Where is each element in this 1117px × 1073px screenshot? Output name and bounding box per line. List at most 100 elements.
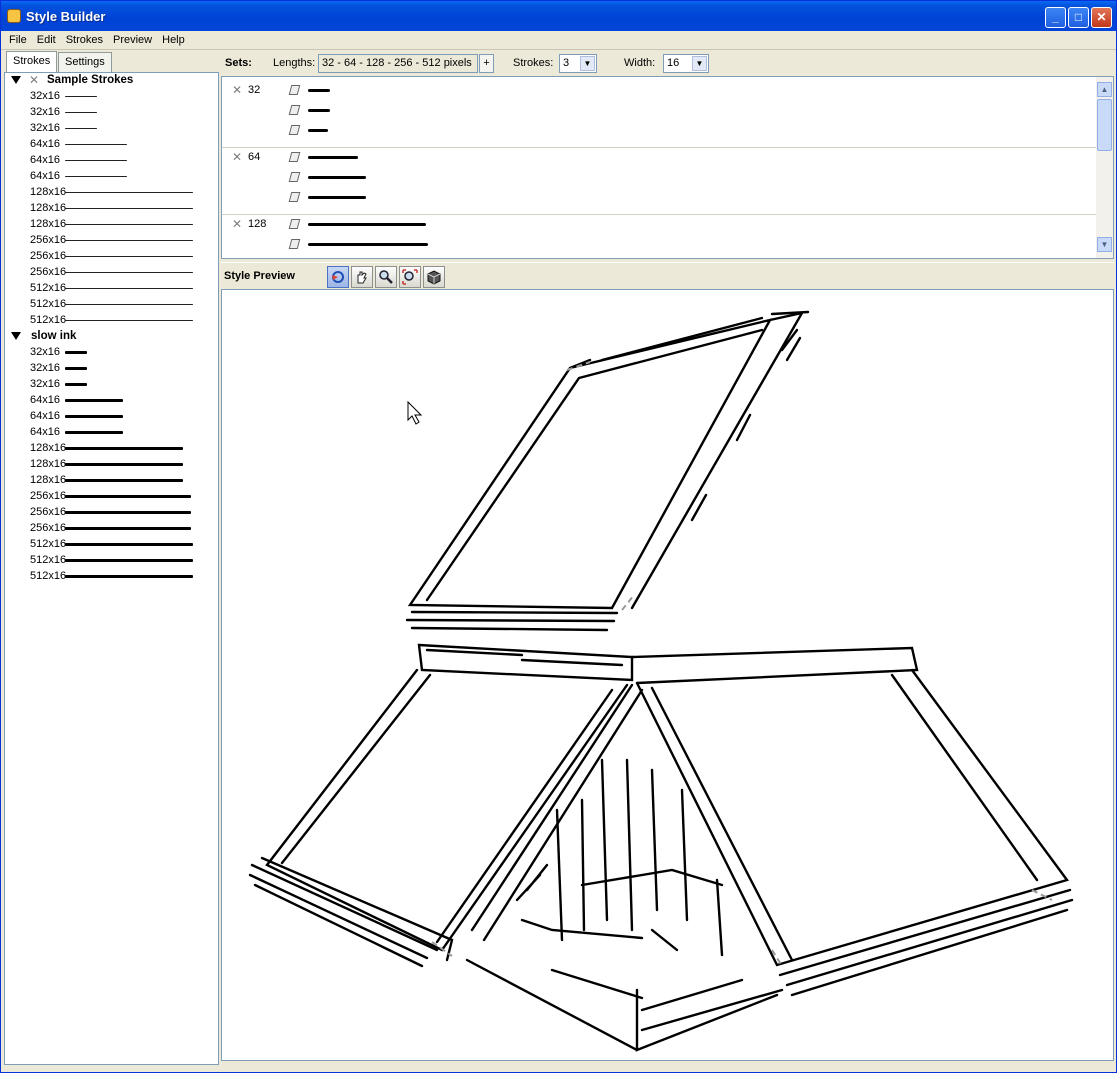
eraser-icon[interactable]: [288, 152, 301, 162]
expand-triangle-icon[interactable]: [11, 76, 21, 84]
stroke-size-label: 64x16: [30, 426, 60, 438]
stroke-set[interactable]: ✕ 32: [222, 81, 1097, 148]
sets-list[interactable]: ✕ 128 ✕ 64 ✕ 32 ▲ ▼: [221, 76, 1114, 259]
menu-edit[interactable]: Edit: [32, 31, 61, 46]
stroke-item[interactable]: 256x16: [5, 233, 218, 249]
menu-help[interactable]: Help: [157, 31, 190, 46]
stroke-item[interactable]: 32x16: [5, 361, 218, 377]
window-title: Style Builder: [26, 9, 106, 24]
stroke-item[interactable]: 32x16: [5, 105, 218, 121]
stroke-item[interactable]: 512x16: [5, 281, 218, 297]
stroke-item[interactable]: 128x16: [5, 185, 218, 201]
orbit-icon[interactable]: [327, 266, 349, 288]
remove-set-icon[interactable]: ✕: [232, 83, 242, 97]
set-stroke-preview: [308, 156, 358, 159]
close-icon[interactable]: ✕: [29, 73, 39, 87]
expand-triangle-icon[interactable]: [11, 332, 21, 340]
close-button[interactable]: ✕: [1091, 7, 1112, 28]
zoom-icon[interactable]: [375, 266, 397, 288]
stroke-preview: [65, 288, 193, 289]
stroke-set[interactable]: ✕ 64: [222, 148, 1097, 215]
scroll-up-icon[interactable]: ▲: [1097, 82, 1112, 97]
eraser-icon[interactable]: [288, 219, 301, 229]
stroke-item[interactable]: 128x16: [5, 457, 218, 473]
stroke-item[interactable]: 256x16: [5, 521, 218, 537]
stroke-size-label: 128x16: [30, 442, 67, 454]
maximize-button[interactable]: □: [1068, 7, 1089, 28]
stroke-item[interactable]: 128x16: [5, 473, 218, 489]
stroke-size-label: 512x16: [30, 298, 67, 310]
stroke-size-label: 512x16: [30, 538, 67, 550]
add-length-button[interactable]: +: [479, 54, 494, 73]
stroke-item[interactable]: 64x16: [5, 137, 218, 153]
menu-file[interactable]: File: [4, 31, 32, 46]
eraser-icon[interactable]: [288, 125, 301, 135]
remove-set-icon[interactable]: ✕: [232, 150, 242, 164]
eraser-icon[interactable]: [288, 105, 301, 115]
menu-strokes[interactable]: Strokes: [61, 31, 108, 46]
display-style-icon[interactable]: [423, 266, 445, 288]
stroke-size-label: 256x16: [30, 266, 67, 278]
stroke-size-label: 512x16: [30, 314, 67, 326]
stroke-item[interactable]: 512x16: [5, 313, 218, 329]
stroke-item[interactable]: 512x16: [5, 569, 218, 585]
stroke-set[interactable]: ✕ 128: [222, 215, 1097, 258]
chevron-down-icon[interactable]: ▼: [580, 56, 595, 71]
lengths-field[interactable]: 32 - 64 - 128 - 256 - 512 pixels: [318, 54, 478, 73]
stroke-item[interactable]: 128x16: [5, 441, 218, 457]
tab-strokes[interactable]: Strokes: [6, 51, 58, 72]
scroll-down-icon[interactable]: ▼: [1097, 237, 1112, 252]
eraser-icon[interactable]: [288, 85, 301, 95]
stroke-item[interactable]: 64x16: [5, 425, 218, 441]
remove-set-icon[interactable]: ✕: [232, 217, 242, 231]
stroke-size-label: 32x16: [30, 378, 60, 390]
set-stroke-preview: [308, 129, 328, 132]
stroke-item[interactable]: 128x16: [5, 217, 218, 233]
width-select[interactable]: 16 ▼: [663, 54, 709, 73]
stroke-group-header[interactable]: slow ink: [5, 329, 218, 345]
stroke-item[interactable]: 64x16: [5, 153, 218, 169]
stroke-item[interactable]: 32x16: [5, 345, 218, 361]
stroke-size-label: 64x16: [30, 170, 60, 182]
zoom-extents-icon[interactable]: [399, 266, 421, 288]
stroke-item[interactable]: 512x16: [5, 297, 218, 313]
stroke-item[interactable]: 256x16: [5, 249, 218, 265]
stroke-item[interactable]: 256x16: [5, 265, 218, 281]
stroke-group-header[interactable]: ✕ Sample Strokes: [5, 73, 218, 89]
stroke-item[interactable]: 64x16: [5, 169, 218, 185]
width-label: Width:: [624, 57, 656, 69]
eraser-icon[interactable]: [288, 172, 301, 182]
sets-scrollbar[interactable]: ▲ ▼: [1096, 77, 1113, 258]
stroke-preview: [65, 224, 193, 225]
chevron-down-icon[interactable]: ▼: [692, 56, 707, 71]
scroll-thumb[interactable]: [1097, 99, 1112, 151]
stroke-preview: [65, 431, 123, 434]
title-bar[interactable]: Style Builder _ □ ✕: [1, 1, 1116, 31]
style-preview-canvas[interactable]: [221, 289, 1114, 1061]
set-length: 128: [248, 218, 267, 230]
eraser-icon[interactable]: [288, 192, 301, 202]
stroke-item[interactable]: 32x16: [5, 121, 218, 137]
stroke-size-label: 256x16: [30, 490, 67, 502]
stroke-item[interactable]: 256x16: [5, 505, 218, 521]
stroke-item[interactable]: 128x16: [5, 201, 218, 217]
eraser-icon[interactable]: [288, 239, 301, 249]
stroke-size-label: 256x16: [30, 506, 67, 518]
stroke-preview: [65, 367, 87, 370]
stroke-item[interactable]: 512x16: [5, 553, 218, 569]
stroke-item[interactable]: 256x16: [5, 489, 218, 505]
stroke-tree[interactable]: ✕ Sample Strokes 32x16 32x16 32x16 64x16 64x16…: [4, 72, 219, 1065]
minimize-button[interactable]: _: [1045, 7, 1066, 28]
stroke-item[interactable]: 64x16: [5, 393, 218, 409]
stroke-preview: [65, 176, 127, 177]
stroke-item[interactable]: 32x16: [5, 377, 218, 393]
stroke-size-label: 256x16: [30, 522, 67, 534]
stroke-item[interactable]: 32x16: [5, 89, 218, 105]
stroke-size-label: 32x16: [30, 346, 60, 358]
stroke-item[interactable]: 512x16: [5, 537, 218, 553]
strokes-select[interactable]: 3 ▼: [559, 54, 597, 73]
menu-preview[interactable]: Preview: [108, 31, 157, 46]
tab-settings[interactable]: Settings: [58, 52, 112, 72]
stroke-item[interactable]: 64x16: [5, 409, 218, 425]
pan-icon[interactable]: [351, 266, 373, 288]
